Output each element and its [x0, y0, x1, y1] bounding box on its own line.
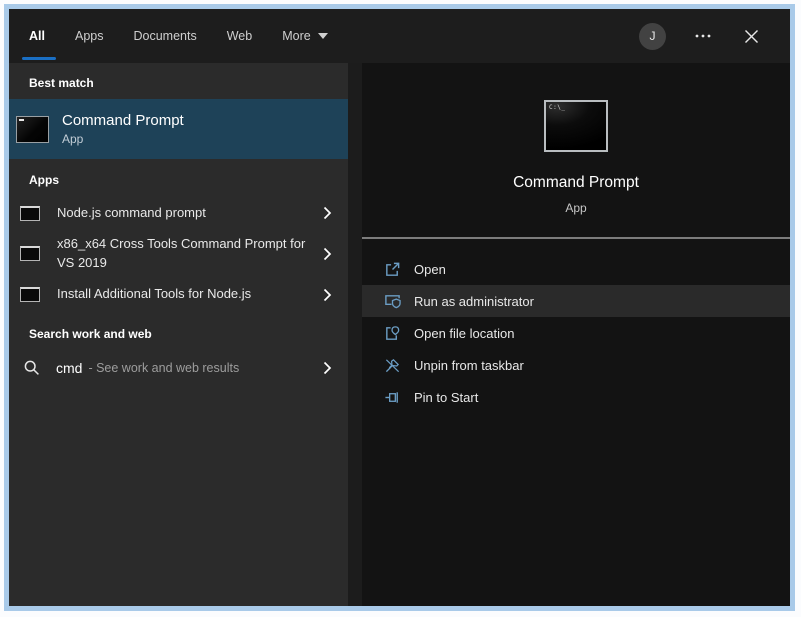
chevron-right-icon: [323, 361, 332, 375]
close-button[interactable]: [740, 25, 762, 47]
result-label: Node.js command prompt: [57, 204, 323, 223]
action-pin-to-start[interactable]: Pin to Start: [362, 381, 790, 413]
screenshot-canvas: All Apps Documents Web More: [0, 0, 801, 617]
tab-documents-label: Documents: [133, 29, 196, 43]
result-web-search-cmd[interactable]: cmd - See work and web results: [9, 350, 348, 387]
best-match-subtitle: App: [62, 132, 184, 146]
preview-panel: C:\_ Command Prompt App: [362, 63, 790, 606]
result-label: x86_x64 Cross Tools Command Prompt for V…: [57, 235, 323, 273]
tab-all[interactable]: All: [29, 9, 45, 63]
result-nodejs-command-prompt[interactable]: Node.js command prompt: [9, 195, 348, 231]
action-open-file-location[interactable]: Open file location: [362, 317, 790, 349]
context-actions-list: Open Run as administrator: [362, 253, 790, 413]
action-label: Pin to Start: [414, 390, 478, 405]
preview-app-subtitle: App: [565, 201, 586, 215]
terminal-icon: [20, 287, 40, 302]
chevron-right-icon: [323, 206, 332, 220]
tab-all-label: All: [29, 29, 45, 43]
result-label: Install Additional Tools for Node.js: [57, 285, 323, 304]
terminal-icon: [20, 246, 40, 261]
result-best-match-command-prompt[interactable]: Command Prompt App: [9, 99, 348, 159]
action-run-as-administrator[interactable]: Run as administrator: [362, 285, 790, 317]
preview-app-title: Command Prompt: [513, 174, 639, 192]
search-icon: [23, 359, 41, 377]
command-prompt-icon-large: C:\_: [544, 100, 608, 152]
run-as-admin-icon: [384, 293, 401, 310]
pin-icon: [384, 389, 401, 406]
action-label: Run as administrator: [414, 294, 534, 309]
cmd-icon-text: C:\_: [549, 104, 565, 111]
close-icon: [744, 29, 759, 44]
search-results-area: Best match Command Prompt App Apps Node.…: [9, 63, 790, 606]
search-filter-bar: All Apps Documents Web More: [9, 9, 790, 63]
result-x86-x64-cross-tools[interactable]: x86_x64 Cross Tools Command Prompt for V…: [9, 231, 348, 277]
terminal-icon: [20, 206, 40, 221]
tab-more-label: More: [282, 29, 310, 43]
unpin-icon: [384, 357, 401, 374]
avatar-initial: J: [650, 29, 656, 43]
action-label: Open file location: [414, 326, 514, 341]
tab-apps[interactable]: Apps: [75, 9, 104, 63]
preview-divider: [362, 237, 790, 239]
action-open[interactable]: Open: [362, 253, 790, 285]
best-match-text: Command Prompt App: [62, 112, 184, 146]
app-preview-card: C:\_ Command Prompt App: [362, 63, 790, 215]
search-hint-text: - See work and web results: [88, 361, 323, 375]
active-tab-underline: [22, 57, 56, 60]
more-options-button[interactable]: [692, 25, 714, 47]
user-avatar[interactable]: J: [639, 23, 666, 50]
tab-documents[interactable]: Documents: [133, 9, 196, 63]
topbar-right-controls: J: [639, 23, 790, 50]
best-match-header: Best match: [9, 63, 348, 90]
apps-header: Apps: [9, 159, 348, 187]
open-icon: [384, 261, 401, 278]
results-list-panel: Best match Command Prompt App Apps Node.…: [9, 63, 348, 606]
action-unpin-from-taskbar[interactable]: Unpin from taskbar: [362, 349, 790, 381]
chevron-down-icon: [318, 33, 328, 39]
best-match-title: Command Prompt: [62, 112, 184, 129]
tab-web-label: Web: [227, 29, 252, 43]
command-prompt-icon: [16, 116, 49, 143]
action-label: Unpin from taskbar: [414, 358, 524, 373]
chevron-right-icon: [323, 288, 332, 302]
tab-more[interactable]: More: [282, 9, 327, 63]
tab-web[interactable]: Web: [227, 9, 252, 63]
search-work-web-header: Search work and web: [9, 313, 348, 341]
filter-tabs: All Apps Documents Web More: [9, 9, 358, 63]
result-install-additional-tools[interactable]: Install Additional Tools for Node.js: [9, 277, 348, 313]
chevron-right-icon: [323, 247, 332, 261]
file-location-icon: [384, 325, 401, 342]
ellipsis-icon: [694, 27, 712, 45]
action-label: Open: [414, 262, 446, 277]
tab-apps-label: Apps: [75, 29, 104, 43]
search-flyout-window: All Apps Documents Web More: [4, 4, 795, 611]
search-query-text: cmd: [56, 360, 82, 376]
